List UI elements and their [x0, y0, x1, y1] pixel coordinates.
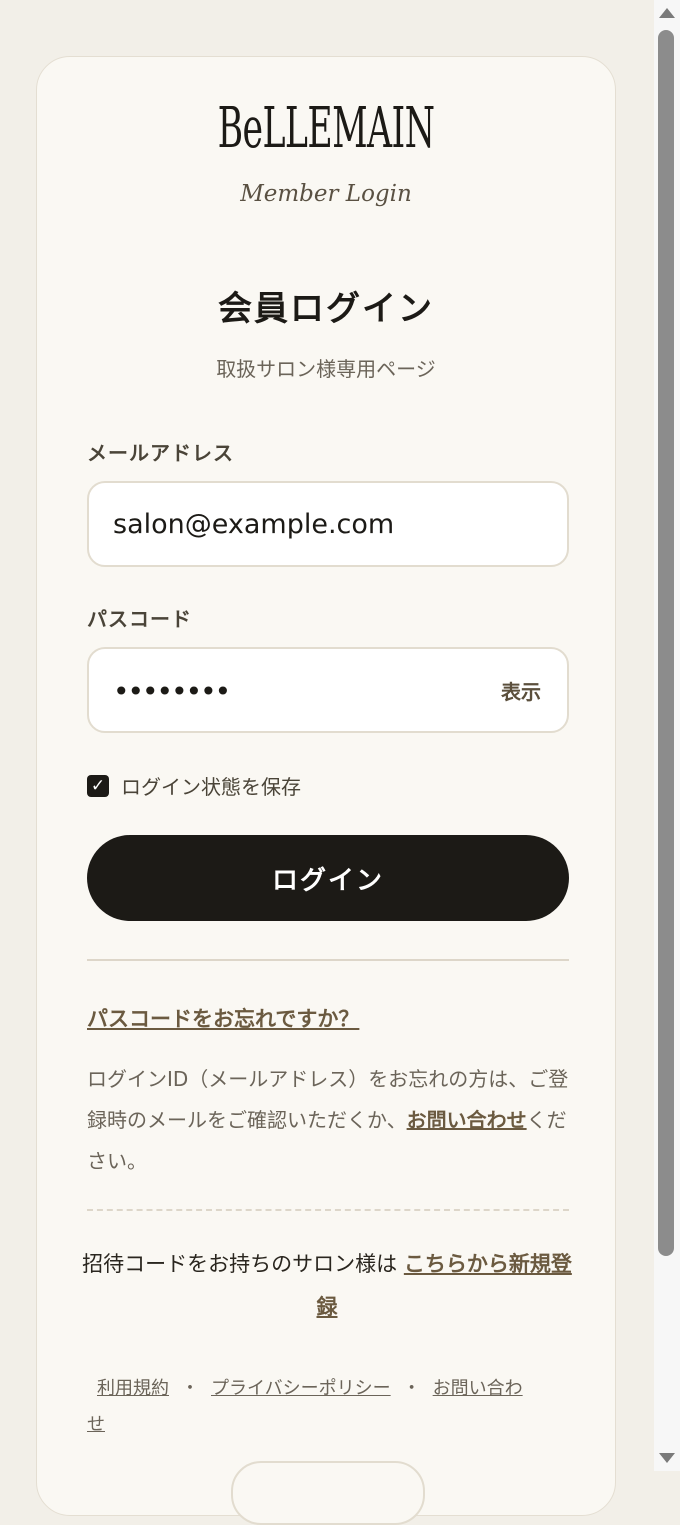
invite-text: 招待コードをお持ちのサロン様は こちらから新規登録: [77, 1243, 577, 1329]
page-title: 会員ログイン: [218, 289, 434, 329]
scroll-up-icon[interactable]: [659, 8, 675, 18]
footer-separator: ・: [181, 1378, 199, 1399]
footer-links: 利用規約・プライバシーポリシー・お問い合わせ: [87, 1371, 527, 1443]
email-input[interactable]: [113, 483, 493, 565]
help-note: ログインID（メールアドレス）をお忘れの方は、ご登録時のメールをご確認いただくか…: [87, 1059, 577, 1182]
page-subtitle: 取扱サロン様専用ページ: [216, 357, 436, 381]
brand-subtitle: Member Login: [240, 181, 412, 207]
remember-checkbox[interactable]: ✓: [87, 774, 109, 797]
remember-me[interactable]: ✓ ログイン状態を保存: [87, 771, 301, 800]
dashed-divider: [87, 1209, 569, 1211]
password-label: パスコード: [87, 607, 192, 631]
scroll-down-icon[interactable]: [659, 1453, 675, 1463]
email-field[interactable]: [87, 481, 569, 567]
scrollbar[interactable]: [654, 0, 680, 1471]
brand-logo: BeLLEMAIN: [217, 96, 435, 161]
invite-label: 招待コードをお持ちのサロン様は: [82, 1252, 398, 1276]
login-card: BeLLEMAIN Member Login 会員ログイン 取扱サロン様専用ペー…: [36, 56, 616, 1525]
divider: [87, 959, 569, 961]
login-button[interactable]: ログイン: [87, 835, 569, 921]
check-icon: ✓: [90, 775, 106, 796]
remember-label: ログイン状態を保存: [121, 775, 301, 799]
footer-link-privacy[interactable]: プライバシーポリシー: [211, 1378, 391, 1399]
password-input[interactable]: ••••••••: [113, 675, 231, 708]
email-label: メールアドレス: [87, 441, 234, 465]
scroll-thumb[interactable]: [658, 30, 674, 1256]
footer-separator: ・: [402, 1378, 421, 1399]
show-password-button[interactable]: 表示: [501, 676, 541, 705]
contact-link[interactable]: お問い合わせ: [407, 1108, 527, 1132]
footer-link-terms[interactable]: 利用規約: [97, 1378, 169, 1399]
forgot-passcode-link[interactable]: パスコードをお忘れですか？: [87, 1003, 359, 1033]
password-field[interactable]: •••••••• 表示: [87, 647, 569, 733]
